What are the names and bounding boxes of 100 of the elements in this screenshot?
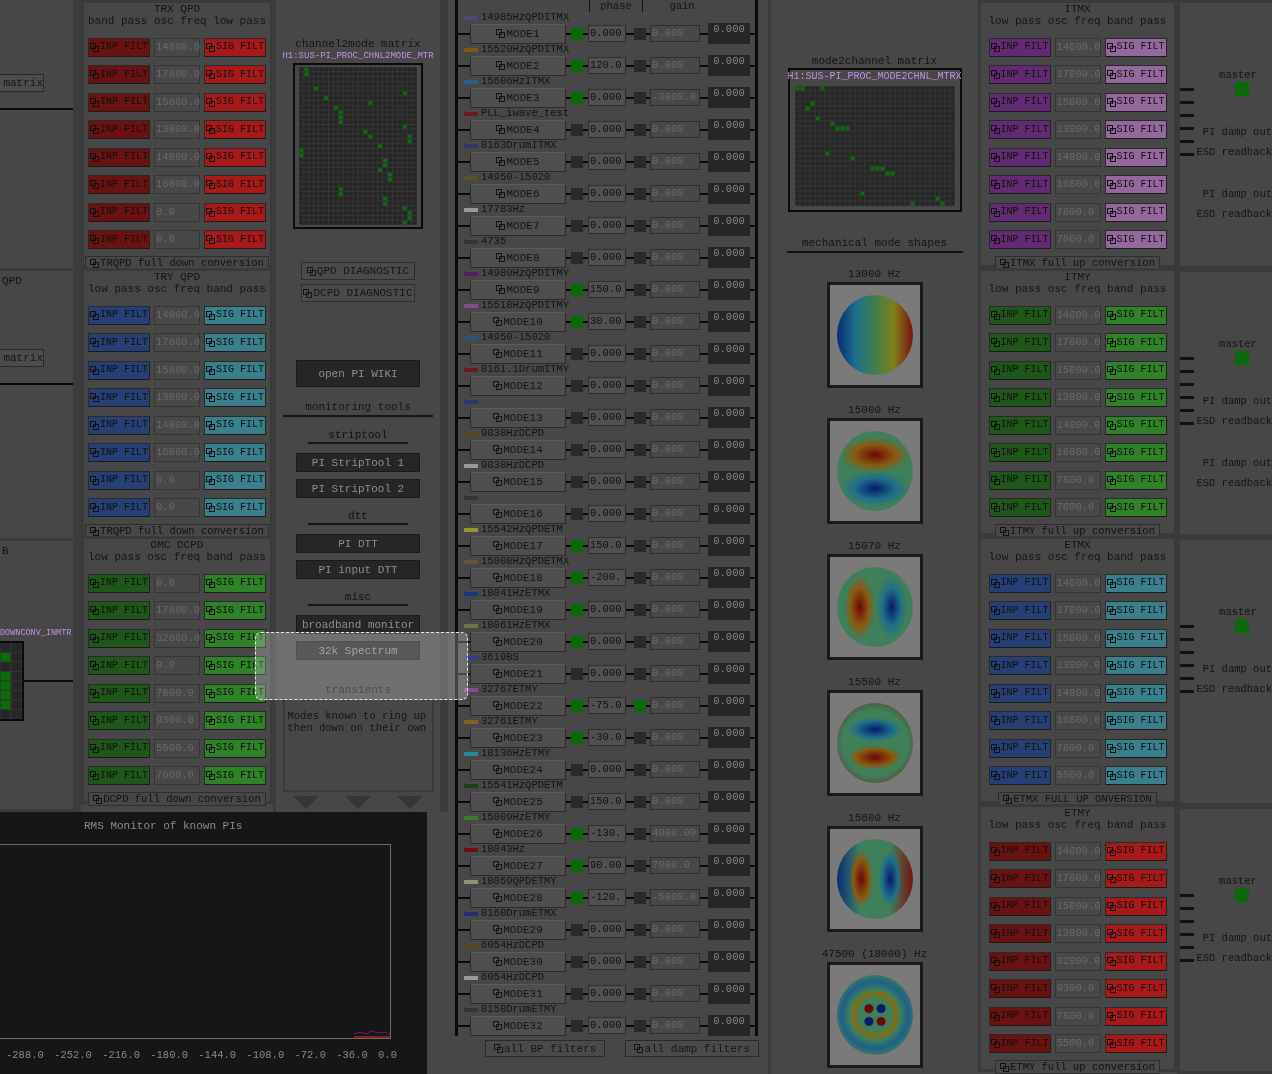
- inp-filt-button[interactable]: INP FILT: [988, 924, 1051, 943]
- gain-toggle[interactable]: [634, 571, 646, 584]
- mode-button[interactable]: MODE11: [470, 343, 566, 364]
- inp-filt-button[interactable]: INP FILT: [988, 498, 1051, 517]
- tool-button[interactable]: PI StripTool 2: [296, 479, 420, 498]
- mode-button[interactable]: MODE9: [470, 279, 566, 300]
- phase-field[interactable]: 0.000: [588, 665, 626, 682]
- sig-filt-button[interactable]: SIG FILT: [204, 360, 266, 380]
- gain-toggle[interactable]: [634, 251, 646, 264]
- inp-filt-button[interactable]: INP FILT: [88, 388, 150, 407]
- phase-field[interactable]: 0.000: [588, 985, 626, 1002]
- phase-toggle[interactable]: [571, 91, 583, 104]
- phase-field[interactable]: 0.000: [588, 25, 626, 42]
- mode-button[interactable]: MODE17: [470, 535, 566, 556]
- sig-filt-button[interactable]: SIG FILT: [1104, 37, 1167, 57]
- mode-button[interactable]: MODE16: [470, 503, 566, 524]
- inp-filt-button[interactable]: INP FILT: [988, 202, 1051, 222]
- mode-button[interactable]: MODE13: [470, 407, 566, 428]
- gain-toggle[interactable]: [634, 507, 646, 520]
- sig-filt-button[interactable]: SIG FILT: [1104, 202, 1167, 222]
- inp-filt-button[interactable]: INP FILT: [988, 470, 1051, 490]
- sig-filt-button[interactable]: SIG FILT: [1104, 951, 1167, 971]
- mode-button[interactable]: MODE24: [470, 759, 566, 780]
- mode-button[interactable]: MODE20: [470, 631, 566, 652]
- gain-toggle[interactable]: [634, 27, 646, 40]
- phase-field[interactable]: 0.000: [588, 185, 626, 202]
- mode-button[interactable]: MODE21: [470, 663, 566, 684]
- phase-toggle[interactable]: [571, 603, 583, 616]
- sig-filt-button[interactable]: SIG FILT: [1104, 628, 1167, 648]
- sig-filt-button[interactable]: SIG FILT: [1104, 841, 1167, 861]
- inp-filt-button[interactable]: INP FILT: [88, 656, 150, 675]
- sig-filt-button[interactable]: SIG FILT: [1104, 656, 1167, 675]
- mode-button[interactable]: MODE18: [470, 567, 566, 588]
- sig-filt-button[interactable]: SIG FILT: [204, 65, 266, 84]
- mode-button[interactable]: MODE27: [470, 855, 566, 876]
- gain-toggle[interactable]: [634, 635, 646, 648]
- mode-button[interactable]: MODE8: [470, 247, 566, 268]
- inp-filt-button[interactable]: INP FILT: [988, 628, 1051, 648]
- inp-filt-button[interactable]: INP FILT: [988, 147, 1051, 167]
- master-switch[interactable]: [1235, 887, 1249, 902]
- sig-filt-button[interactable]: SIG FILT: [204, 711, 266, 730]
- phase-field[interactable]: -75.0: [588, 697, 626, 714]
- sig-filt-button[interactable]: SIG FILT: [1104, 147, 1167, 167]
- sig-filt-button[interactable]: SIG FILT: [1104, 65, 1167, 84]
- sig-filt-button[interactable]: SIG FILT: [1104, 230, 1167, 249]
- phase-field[interactable]: 30.00: [588, 313, 626, 330]
- phase-toggle[interactable]: [571, 219, 583, 232]
- gain-toggle[interactable]: [634, 827, 646, 840]
- gain-toggle[interactable]: [634, 347, 646, 360]
- phase-field[interactable]: 150.0: [588, 537, 626, 554]
- sig-filt-button[interactable]: SIG FILT: [204, 333, 266, 352]
- gain-toggle[interactable]: [634, 443, 646, 456]
- gain-toggle[interactable]: [634, 219, 646, 232]
- phase-toggle[interactable]: [571, 347, 583, 360]
- sig-filt-button[interactable]: SIG FILT: [1104, 924, 1167, 943]
- gain-toggle[interactable]: [634, 859, 646, 872]
- inp-filt-button[interactable]: INP FILT: [988, 738, 1051, 758]
- phase-toggle[interactable]: [571, 251, 583, 264]
- phase-field[interactable]: 0.000: [588, 633, 626, 650]
- inp-filt-button[interactable]: INP FILT: [988, 683, 1051, 703]
- inp-filt-button[interactable]: INP FILT: [88, 711, 150, 730]
- gain-toggle[interactable]: [634, 1019, 646, 1032]
- sig-filt-button[interactable]: SIG FILT: [204, 628, 266, 648]
- phase-toggle[interactable]: [571, 1019, 583, 1032]
- phase-toggle[interactable]: [571, 667, 583, 680]
- gain-toggle[interactable]: [634, 603, 646, 616]
- gain-toggle[interactable]: [634, 699, 646, 712]
- phase-field[interactable]: 0.000: [588, 473, 626, 490]
- sig-filt-button[interactable]: SIG FILT: [1104, 415, 1167, 435]
- gain-toggle[interactable]: [634, 411, 646, 424]
- inp-filt-button[interactable]: INP FILT: [88, 202, 150, 222]
- inp-filt-button[interactable]: INP FILT: [88, 573, 150, 593]
- sig-filt-button[interactable]: SIG FILT: [1104, 1034, 1167, 1053]
- mode-button[interactable]: MODE10: [470, 311, 566, 332]
- sig-filt-button[interactable]: SIG FILT: [204, 738, 266, 758]
- gain-toggle[interactable]: [634, 667, 646, 680]
- inp-filt-button[interactable]: INP FILT: [88, 766, 150, 785]
- inp-filt-button[interactable]: INP FILT: [988, 415, 1051, 435]
- inp-filt-button[interactable]: INP FILT: [988, 443, 1051, 462]
- sig-filt-button[interactable]: SIG FILT: [1104, 388, 1167, 407]
- sig-filt-button[interactable]: SIG FILT: [204, 202, 266, 222]
- inp-filt-button[interactable]: INP FILT: [88, 92, 150, 112]
- inp-filt-button[interactable]: INP FILT: [88, 498, 150, 517]
- phase-toggle[interactable]: [571, 795, 583, 808]
- gain-toggle[interactable]: [634, 891, 646, 904]
- gain-toggle[interactable]: [634, 155, 646, 168]
- inp-filt-button[interactable]: INP FILT: [88, 601, 150, 620]
- sig-filt-button[interactable]: SIG FILT: [1104, 498, 1167, 517]
- phase-toggle[interactable]: [571, 859, 583, 872]
- phase-toggle[interactable]: [571, 923, 583, 936]
- sig-filt-button[interactable]: SIG FILT: [204, 443, 266, 462]
- mode-button[interactable]: MODE12: [470, 375, 566, 396]
- inp-filt-button[interactable]: INP FILT: [988, 1034, 1051, 1053]
- phase-toggle[interactable]: [571, 443, 583, 456]
- phase-field[interactable]: 0.000: [588, 345, 626, 362]
- mode-button[interactable]: MODE2: [470, 55, 566, 76]
- mode-button[interactable]: MODE25: [470, 791, 566, 812]
- mode-button[interactable]: MODE7: [470, 215, 566, 236]
- inp-filt-button[interactable]: INP FILT: [988, 841, 1051, 861]
- tool-button[interactable]: 32k Spectrum: [296, 641, 420, 660]
